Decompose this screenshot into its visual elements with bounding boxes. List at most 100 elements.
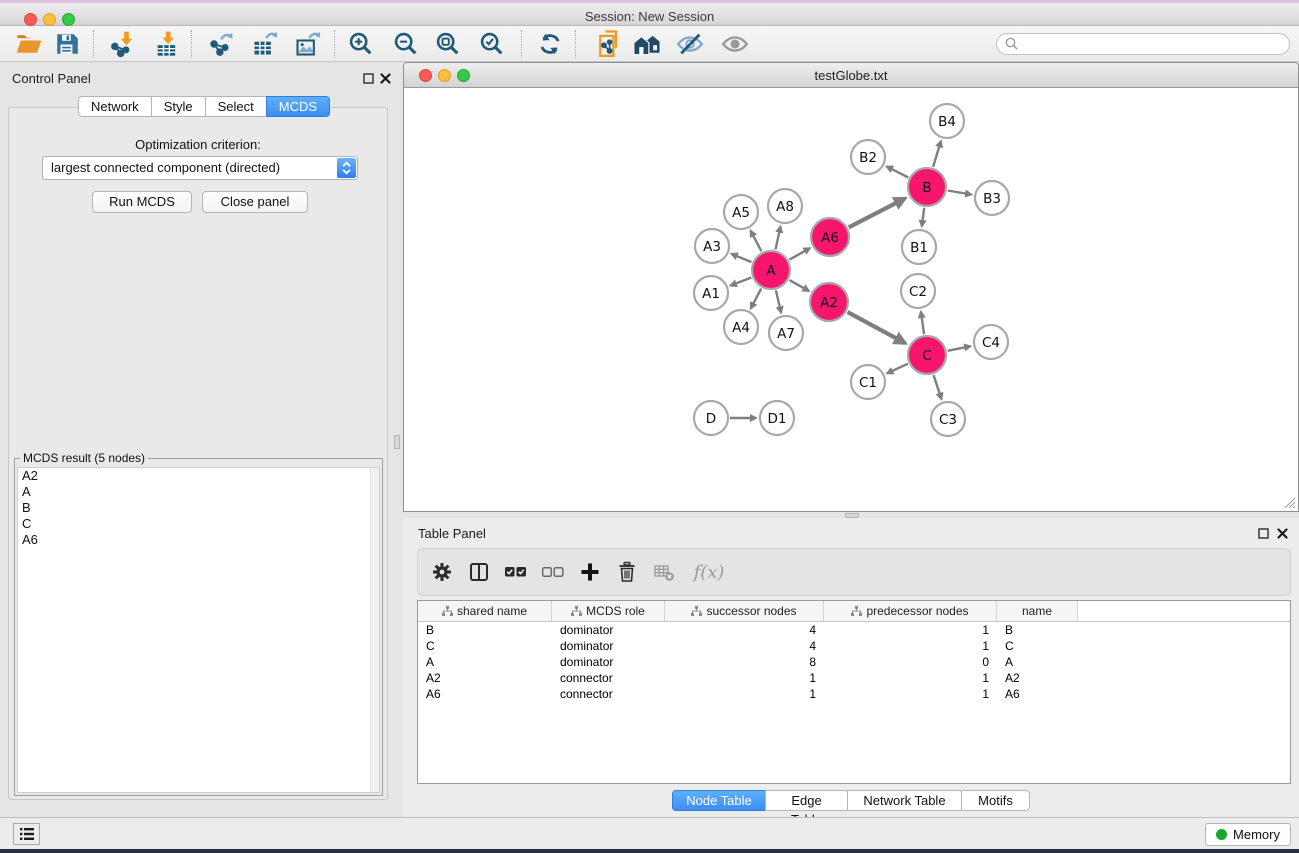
graph-edge-A-A6[interactable] xyxy=(789,248,810,260)
table-cell[interactable]: B xyxy=(418,622,552,638)
graph-edge-A-A1[interactable] xyxy=(731,278,752,286)
show-columns-button[interactable] xyxy=(467,560,491,584)
graph-edge-C-C4[interactable] xyxy=(948,346,971,351)
graph-node-B4[interactable]: B4 xyxy=(930,104,964,138)
column-header-mcds-role[interactable]: MCDS role xyxy=(552,601,665,621)
table-cell[interactable]: A6 xyxy=(997,686,1078,702)
mcds-result-item[interactable]: A xyxy=(18,484,379,500)
table-row[interactable]: Adominator80A xyxy=(418,654,1290,670)
graph-node-C1[interactable]: C1 xyxy=(851,365,885,399)
tab-node-table[interactable]: Node Table xyxy=(672,790,766,811)
export-table-button[interactable] xyxy=(248,28,282,60)
graph-node-A6[interactable]: A6 xyxy=(811,218,849,256)
column-header-shared-name[interactable]: shared name xyxy=(418,601,552,621)
graph-edge-A-A4[interactable] xyxy=(751,289,761,309)
table-cell[interactable]: 0 xyxy=(824,654,997,670)
tab-style[interactable]: Style xyxy=(151,96,206,117)
graph-edge-A-A7[interactable] xyxy=(776,290,781,312)
function-builder-button[interactable]: f(x) xyxy=(689,560,729,584)
tab-network-table[interactable]: Network Table xyxy=(847,790,962,811)
table-cell[interactable]: C xyxy=(997,638,1078,654)
select-all-rows-button[interactable] xyxy=(504,560,528,584)
export-image-button[interactable] xyxy=(291,28,325,60)
zoom-fit-button[interactable] xyxy=(431,28,465,60)
zoom-selected-button[interactable] xyxy=(475,28,509,60)
graph-edge-B-B2[interactable] xyxy=(887,167,909,178)
graph-edge-A-A3[interactable] xyxy=(732,254,752,262)
zoom-out-button[interactable] xyxy=(389,28,423,60)
graph-node-A7[interactable]: A7 xyxy=(769,316,803,350)
delete-column-button[interactable] xyxy=(615,560,639,584)
deselect-all-rows-button[interactable] xyxy=(541,560,565,584)
graph-node-A2[interactable]: A2 xyxy=(810,283,848,321)
optimization-criterion-select[interactable]: largest connected component (directed) xyxy=(42,156,358,180)
graph-node-D1[interactable]: D1 xyxy=(760,401,794,435)
graph-node-A[interactable]: A xyxy=(752,251,790,289)
table-cell[interactable]: 1 xyxy=(824,686,997,702)
table-float-button[interactable] xyxy=(1256,526,1270,540)
table-cell[interactable]: C xyxy=(418,638,552,654)
table-settings-button[interactable] xyxy=(430,560,454,584)
float-panel-button[interactable] xyxy=(361,71,375,85)
close-panel-action-button[interactable]: Close panel xyxy=(202,191,308,213)
memory-button[interactable]: Memory xyxy=(1205,823,1291,846)
column-header-successor-nodes[interactable]: successor nodes xyxy=(665,601,824,621)
table-cell[interactable]: connector xyxy=(552,686,665,702)
show-all-button[interactable] xyxy=(718,28,752,60)
zoom-in-button[interactable] xyxy=(344,28,378,60)
mcds-result-item[interactable]: B xyxy=(18,500,379,516)
tab-mcds[interactable]: MCDS xyxy=(266,96,330,117)
mcds-result-item[interactable]: C xyxy=(18,516,379,532)
add-column-button[interactable] xyxy=(578,560,602,584)
scrollbar-track[interactable] xyxy=(370,468,379,792)
table-cell[interactable]: A2 xyxy=(997,670,1078,686)
graph-edge-C-C3[interactable] xyxy=(934,375,942,399)
table-close-button[interactable] xyxy=(1275,526,1289,540)
table-row[interactable]: Bdominator41B xyxy=(418,622,1290,638)
graph-node-C[interactable]: C xyxy=(908,336,946,374)
graph-edge-A-A2[interactable] xyxy=(789,280,809,291)
table-cell[interactable]: 4 xyxy=(665,622,824,638)
graph-edge-C-C1[interactable] xyxy=(887,364,908,374)
table-cell[interactable]: 8 xyxy=(665,654,824,670)
save-session-button[interactable] xyxy=(50,28,84,60)
graph-edge-B-B1[interactable] xyxy=(922,208,924,226)
tab-motifs[interactable]: Motifs xyxy=(961,790,1030,811)
import-table-button[interactable] xyxy=(150,28,184,60)
table-cell[interactable]: 1 xyxy=(824,638,997,654)
mcds-result-item[interactable]: A2 xyxy=(18,468,379,484)
graph-node-B1[interactable]: B1 xyxy=(902,230,936,264)
first-neighbors-button[interactable] xyxy=(630,28,664,60)
export-network-button[interactable] xyxy=(204,28,238,60)
window-resize-grip[interactable] xyxy=(1283,496,1296,509)
run-mcds-button[interactable]: Run MCDS xyxy=(92,191,192,213)
network-graph[interactable]: B4B2BB3A5A8A6A3B1AA1C2A2A4A7C4CC1C3DD1 xyxy=(404,88,1298,511)
graph-node-D[interactable]: D xyxy=(694,401,728,435)
graph-edge-A2-C[interactable] xyxy=(848,312,906,343)
graph-edge-A6-B[interactable] xyxy=(849,199,905,228)
refresh-layout-button[interactable] xyxy=(533,28,567,60)
table-cell[interactable]: A xyxy=(418,654,552,670)
column-header-name[interactable]: name xyxy=(997,601,1078,621)
graph-node-A4[interactable]: A4 xyxy=(724,310,758,344)
delete-table-button[interactable] xyxy=(652,560,676,584)
tab-select[interactable]: Select xyxy=(205,96,267,117)
close-panel-button[interactable] xyxy=(378,71,392,85)
graph-edge-A-A5[interactable] xyxy=(751,231,762,252)
table-cell[interactable]: dominator xyxy=(552,638,665,654)
tab-network[interactable]: Network xyxy=(78,96,152,117)
new-network-from-selection-button[interactable] xyxy=(592,28,626,60)
tab-edge-table[interactable]: Edge Table xyxy=(765,790,848,811)
table-row[interactable]: A6connector11A6 xyxy=(418,686,1290,702)
table-cell[interactable]: A2 xyxy=(418,670,552,686)
table-cell[interactable]: 1 xyxy=(824,622,997,638)
graph-node-A1[interactable]: A1 xyxy=(694,276,728,310)
graph-node-A5[interactable]: A5 xyxy=(724,195,758,229)
table-row[interactable]: A2connector11A2 xyxy=(418,670,1290,686)
graph-node-B[interactable]: B xyxy=(908,168,946,206)
table-row[interactable]: Cdominator41C xyxy=(418,638,1290,654)
graph-edge-A-A8[interactable] xyxy=(776,227,781,250)
mcds-result-list[interactable]: A2ABCA6 xyxy=(17,467,380,793)
graph-node-C4[interactable]: C4 xyxy=(974,325,1008,359)
network-canvas[interactable]: B4B2BB3A5A8A6A3B1AA1C2A2A4A7C4CC1C3DD1 xyxy=(404,88,1298,511)
